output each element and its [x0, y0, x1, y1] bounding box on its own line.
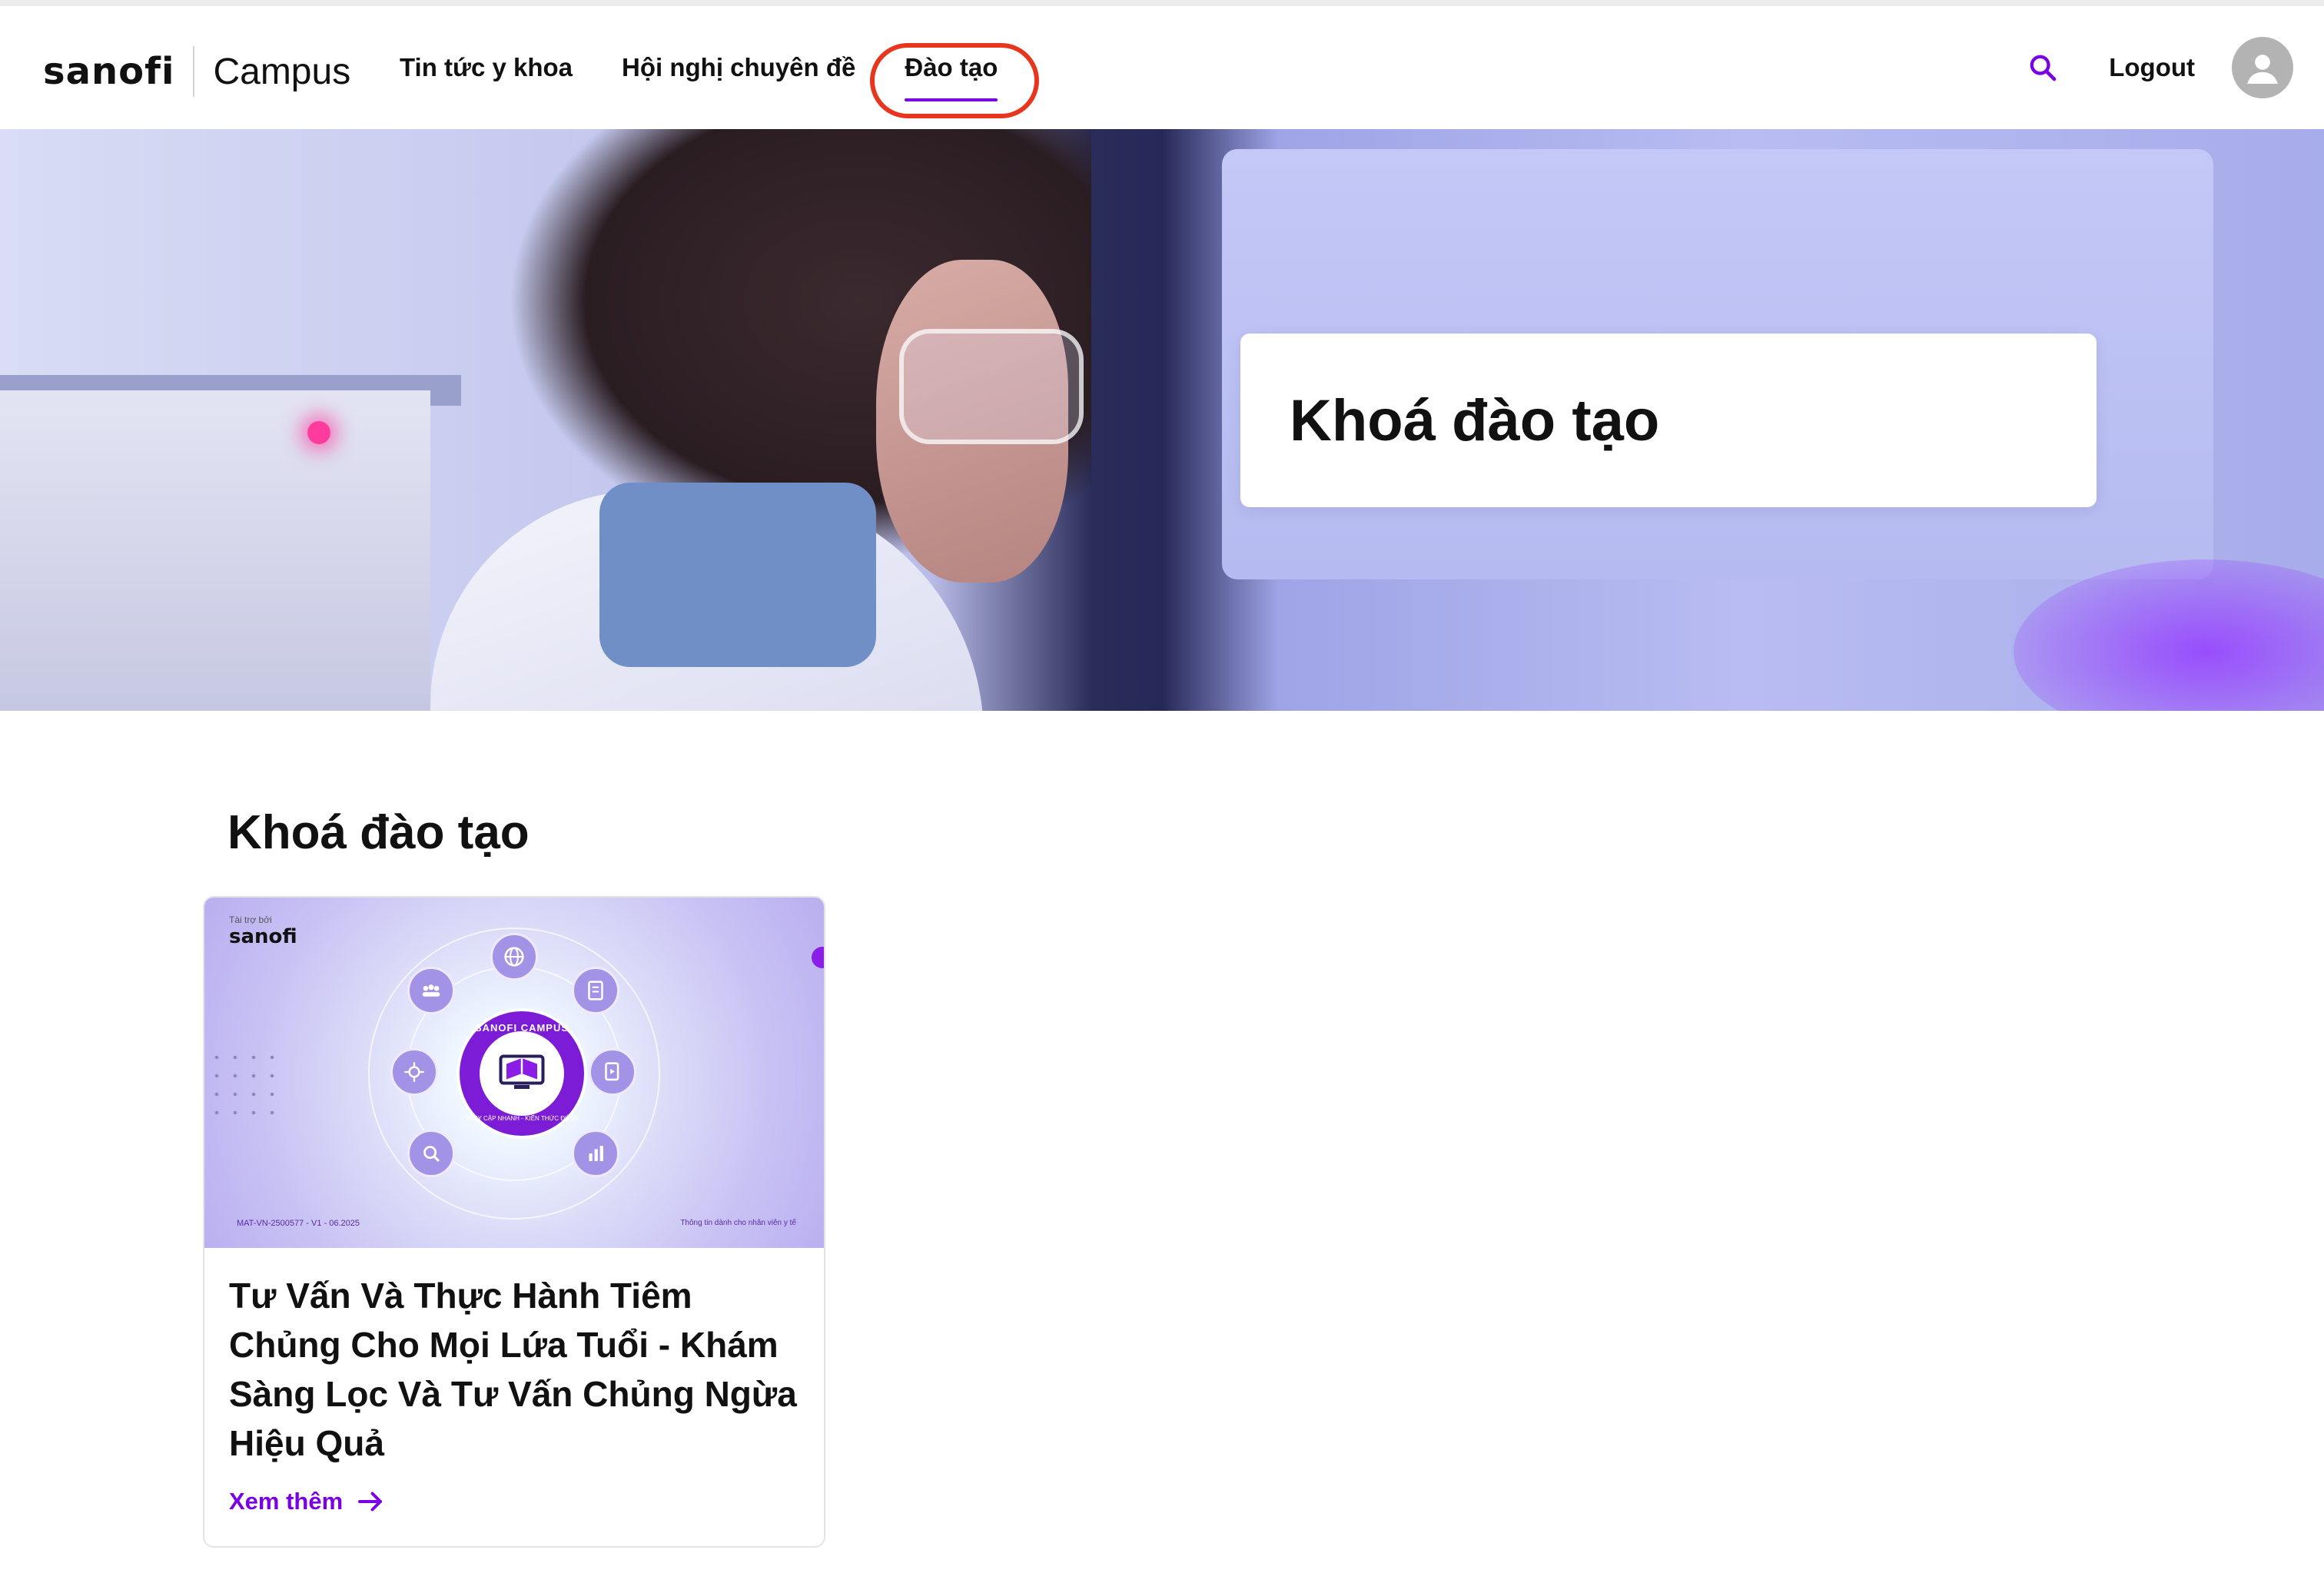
see-more-link[interactable]: Xem thêm — [229, 1488, 386, 1515]
globe-icon — [490, 933, 538, 981]
thumbnail-footer-note: Thông tin dành cho nhân viên y tế — [680, 1219, 796, 1227]
hero-title-card: Khoá đào tạo — [1240, 334, 2097, 507]
search-button[interactable] — [2020, 45, 2066, 91]
badge-title: SANOFI CAMPUS — [474, 1022, 569, 1034]
book-screen-icon — [499, 1054, 545, 1089]
header-actions: Logout — [2020, 6, 2293, 129]
people-group-icon — [407, 967, 455, 1014]
course-thumbnail[interactable]: Tài trợ bởi sanofi SANOFI CAMPUS TRUY CẬ… — [204, 898, 824, 1248]
site-logo[interactable]: sanofi Campus — [43, 45, 350, 98]
search-icon — [2030, 55, 2057, 81]
document-icon — [572, 967, 619, 1014]
thumbnail-dot-pattern — [208, 1048, 284, 1125]
course-card[interactable]: Tài trợ bởi sanofi SANOFI CAMPUS TRUY CẬ… — [203, 896, 825, 1548]
hero-bg-indicator-light — [307, 421, 330, 444]
logo-divider — [193, 46, 195, 97]
thumbnail-sponsor-label: Tài trợ bởi — [229, 914, 272, 925]
hero-person-sweater — [599, 483, 876, 667]
hero-title: Khoá đào tạo — [1290, 387, 1660, 453]
hero-person-goggles — [899, 329, 1084, 444]
section-title: Khoá đào tạo — [227, 806, 530, 859]
hero-purple-glow — [2014, 559, 2324, 711]
thumbnail-accent-dot — [812, 947, 824, 968]
hero-banner: Khoá đào tạo — [0, 129, 2324, 711]
magnifier-icon — [407, 1130, 455, 1177]
nav-item-tin-tuc-y-khoa[interactable]: Tin tức y khoa — [400, 6, 573, 129]
top-strip — [0, 0, 2324, 6]
user-avatar-icon — [2247, 55, 2278, 84]
logo-wordmark: sanofi — [43, 50, 175, 93]
bar-chart-icon — [572, 1130, 619, 1177]
arrow-right-icon — [358, 1492, 383, 1512]
thumbnail-code: MAT-VN-2500577 - V1 - 06.2025 — [237, 1219, 360, 1228]
virus-icon — [390, 1048, 438, 1096]
nav-item-dao-tao[interactable]: Đào tạo — [905, 6, 998, 129]
thumbnail-brand-logo: sanofi — [229, 925, 297, 948]
nav-item-hoi-nghi-chuyen-de[interactable]: Hội nghị chuyên đề — [622, 6, 855, 129]
course-title[interactable]: Tư Vấn Và Thực Hành Tiêm Chủng Cho Mọi L… — [229, 1271, 807, 1468]
badge-subtitle: TRUY CẬP NHANH - KIẾN THỨC ĐÚNG — [465, 1115, 579, 1122]
user-avatar-button[interactable] — [2232, 37, 2293, 98]
site-header: sanofi Campus Tin tức y khoa Hội nghị ch… — [0, 6, 2324, 129]
see-more-label: Xem thêm — [229, 1488, 344, 1515]
main-nav: Tin tức y khoa Hội nghị chuyên đề Đào tạ… — [400, 6, 1047, 129]
sanofi-campus-badge: SANOFI CAMPUS TRUY CẬP NHANH - KIẾN THỨC… — [456, 1008, 587, 1139]
video-document-icon — [589, 1048, 636, 1096]
hero-bg-equipment — [0, 390, 430, 711]
logo-product-name: Campus — [213, 51, 351, 92]
badge-inner-circle — [480, 1031, 564, 1116]
logout-button[interactable]: Logout — [2109, 53, 2195, 82]
